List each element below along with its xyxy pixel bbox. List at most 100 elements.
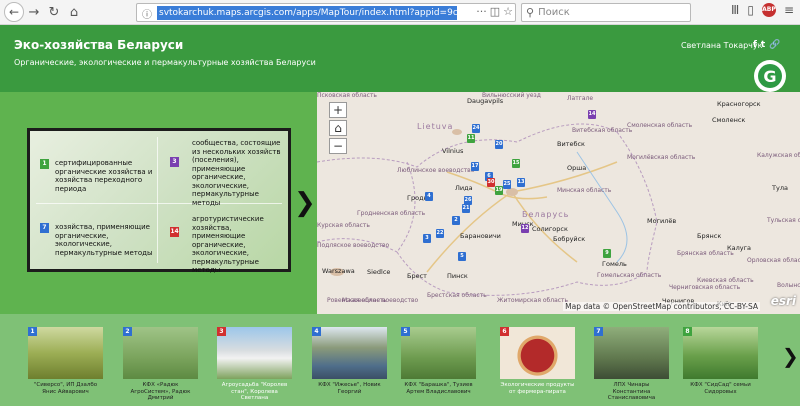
map-label: Vilnius	[442, 147, 464, 155]
map-pin[interactable]: 9	[603, 249, 611, 258]
map-label: Смоленская область	[627, 122, 693, 129]
url-text[interactable]: svtokarchuk.maps.arcgis.com/apps/MapTour…	[157, 6, 457, 20]
search-icon: ⚲	[526, 6, 535, 19]
thumbnail-caption: Экологические продукты от фермера-пирата	[500, 382, 575, 395]
map-label: Siedlce	[367, 268, 391, 276]
map-pin[interactable]: 20	[495, 140, 503, 149]
map-label: Волынская область	[777, 282, 800, 289]
thumbnail-item[interactable]: 3 Агроусадьба "Королев стан", Королева Св…	[217, 327, 292, 402]
map-home-button[interactable]: ⌂	[329, 120, 347, 136]
map-label: Киевская область	[697, 277, 754, 284]
map-pin[interactable]: 15	[512, 159, 520, 168]
map-label: Вильнюсский уезд	[482, 92, 541, 99]
map-attribution: Map data © OpenStreetMap contributors, C…	[563, 302, 760, 311]
thumbnail-number: 1	[28, 327, 37, 336]
map-label: Тула	[772, 184, 788, 192]
thumbnail-item[interactable]: 1 "Сиверсо", ИП Дзалбо Янис Айварович	[28, 327, 103, 395]
thumbnail-photo[interactable]: 7	[594, 327, 669, 379]
zoom-out-button[interactable]: −	[329, 138, 347, 154]
map-pin[interactable]: 24	[472, 124, 480, 133]
map-pin[interactable]: 2	[452, 216, 460, 225]
thumbnail-number: 2	[123, 327, 132, 336]
sidebar-icon[interactable]: ▯	[747, 3, 754, 17]
thumbnail-photo[interactable]: 6	[500, 327, 575, 379]
map-label: Солигорск	[532, 225, 568, 233]
legend-item-3: хозяйства, применяющие органические, эко…	[55, 223, 153, 257]
map-label: Брянск	[697, 232, 722, 240]
info-panel: 1 сертифицированные органические хозяйст…	[0, 92, 317, 314]
map-pin[interactable]: 25	[503, 180, 511, 189]
thumbnail-item[interactable]: 5 КФХ "Барашка", Тузиев Артем Владиславов…	[401, 327, 476, 395]
map-label: Люблинское воеводство	[397, 167, 475, 174]
map-pin[interactable]: 22	[436, 229, 444, 238]
legend-pin-1: 1	[40, 159, 49, 169]
thumbnail-item[interactable]: 8 КФХ "СидСад" семьи Сидоровых	[683, 327, 758, 395]
thumbnail-item[interactable]: 6 Экологические продукты от фермера-пират…	[500, 327, 575, 395]
link-icon[interactable]: 🔗	[769, 40, 780, 50]
thumbnail-caption: Агроусадьба "Королев стан", Королева Све…	[221, 382, 288, 401]
thumbnail-photo[interactable]: 2	[123, 327, 198, 379]
twitter-icon[interactable]: t	[761, 40, 765, 50]
map-pin[interactable]: 14	[588, 110, 596, 119]
logo: G	[754, 60, 786, 92]
more-icon[interactable]: ···	[476, 5, 487, 18]
thumbnail-caption: КФХ "СидСад" семьи Сидоровых	[690, 382, 751, 395]
page-subtitle: Органические, экологические и пермакульт…	[14, 58, 316, 67]
map-label: Гомель	[602, 260, 627, 268]
map-label: Житомирская область	[497, 297, 569, 304]
library-icon[interactable]: Ⅲ	[731, 3, 739, 17]
map-pin[interactable]: 13	[517, 178, 525, 187]
map-label: Витебская область	[572, 127, 633, 134]
map-pin[interactable]: 11	[467, 134, 475, 143]
map-pin[interactable]: 21	[462, 204, 470, 213]
map-pin[interactable]: 17	[471, 162, 479, 171]
map-label: Warszawa	[322, 267, 355, 275]
zoom-in-button[interactable]: +	[329, 102, 347, 118]
thumbnail-photo[interactable]: 8	[683, 327, 758, 379]
thumbnail-caption: "Сиверсо", ИП Дзалбо Янис Айварович	[33, 382, 98, 395]
search-input[interactable]: ⚲ Поиск	[521, 3, 691, 22]
map-label: Тульская область	[767, 217, 800, 224]
thumbnail-carousel: 1 "Сиверсо", ИП Дзалбо Янис Айварович 2 КФХ…	[0, 314, 800, 406]
home-icon[interactable]: ⌂	[64, 2, 84, 22]
info-icon[interactable]: ⓘ	[142, 6, 152, 21]
thumbnail-photo[interactable]: 3	[217, 327, 292, 379]
thumbnail-number: 8	[683, 327, 692, 336]
map-label: Брест	[407, 272, 427, 280]
pocket-icon[interactable]: ◫	[490, 5, 500, 18]
forward-icon[interactable]: →	[24, 2, 44, 22]
search-placeholder: Поиск	[538, 7, 570, 18]
map-pin[interactable]: 5	[458, 252, 466, 261]
thumbnail-item[interactable]: 4 КФХ "Ижесье", Новик Георгий	[312, 327, 387, 395]
map-pin[interactable]: 4	[425, 192, 433, 201]
facebook-icon[interactable]: f	[753, 40, 757, 50]
adblock-icon[interactable]: ABP	[761, 3, 776, 17]
thumbnail-number: 6	[500, 327, 509, 336]
map-label: Беларусь	[522, 210, 570, 219]
url-bar[interactable]: ⓘ svtokarchuk.maps.arcgis.com/apps/MapTo…	[136, 3, 516, 22]
legend-pin-3: 7	[40, 223, 49, 233]
thumbnail-caption: КФХ "Барашка", Тузиев Артем Владиславови…	[404, 382, 473, 395]
author-name: Светлана Токарчук	[681, 41, 763, 50]
map-label: Витебск	[557, 140, 585, 148]
map-pin[interactable]: 3	[423, 234, 431, 243]
map-label: Гродненская область	[357, 210, 426, 217]
map-pin[interactable]: 12	[521, 224, 529, 233]
carousel-next-icon[interactable]: ❯	[782, 344, 799, 368]
thumbnail-photo[interactable]: 1	[28, 327, 103, 379]
map-label: Барановичи	[460, 232, 501, 240]
map-label: Минская область	[557, 187, 612, 194]
map-pin[interactable]: 30	[487, 178, 495, 187]
menu-icon[interactable]: ≡	[784, 3, 794, 17]
thumbnail-photo[interactable]: 5	[401, 327, 476, 379]
back-icon[interactable]: ←	[4, 2, 24, 22]
thumbnail-number: 7	[594, 327, 603, 336]
thumbnail-item[interactable]: 2 КФХ «Радюк АгроСистем», Радюк Дмитрий	[123, 327, 198, 402]
next-arrow-icon[interactable]: ❯	[294, 188, 316, 218]
reload-icon[interactable]: ↻	[44, 2, 64, 22]
bookmark-star-icon[interactable]: ☆	[503, 5, 513, 18]
map-view[interactable]: + ⌂ − Daugavpils Lietuva Vilnius Витебск Орш…	[317, 92, 800, 314]
thumbnail-photo[interactable]: 4	[312, 327, 387, 379]
thumbnail-item[interactable]: 7 ЛПХ Чинары Константина Станиславовича	[594, 327, 669, 402]
map-pin[interactable]: 19	[495, 186, 503, 195]
